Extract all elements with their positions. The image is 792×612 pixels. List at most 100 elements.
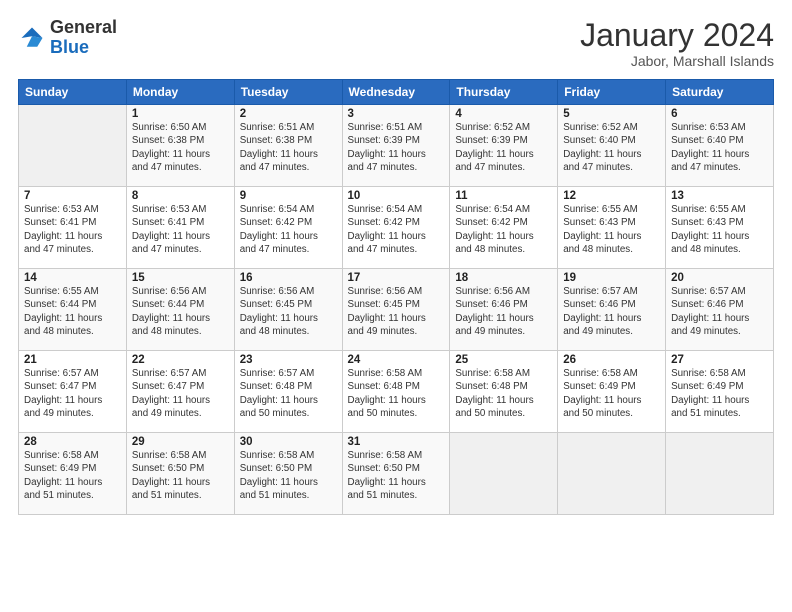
day-number: 7 xyxy=(24,190,121,202)
day-info: Sunrise: 6:55 AM Sunset: 6:43 PM Dayligh… xyxy=(563,203,660,256)
calendar-cell: 21Sunrise: 6:57 AM Sunset: 6:47 PM Dayli… xyxy=(19,351,127,433)
day-number: 19 xyxy=(563,272,660,284)
day-info: Sunrise: 6:53 AM Sunset: 6:40 PM Dayligh… xyxy=(671,121,768,174)
day-info: Sunrise: 6:51 AM Sunset: 6:39 PM Dayligh… xyxy=(348,121,445,174)
calendar-cell: 28Sunrise: 6:58 AM Sunset: 6:49 PM Dayli… xyxy=(19,433,127,515)
calendar-header: Sunday Monday Tuesday Wednesday Thursday… xyxy=(19,80,774,105)
day-info: Sunrise: 6:58 AM Sunset: 6:50 PM Dayligh… xyxy=(348,449,445,502)
day-info: Sunrise: 6:58 AM Sunset: 6:50 PM Dayligh… xyxy=(132,449,229,502)
calendar-week-0: 1Sunrise: 6:50 AM Sunset: 6:38 PM Daylig… xyxy=(19,105,774,187)
day-number: 17 xyxy=(348,272,445,284)
calendar-cell: 14Sunrise: 6:55 AM Sunset: 6:44 PM Dayli… xyxy=(19,269,127,351)
day-number: 23 xyxy=(240,354,337,366)
calendar-cell: 6Sunrise: 6:53 AM Sunset: 6:40 PM Daylig… xyxy=(666,105,774,187)
day-info: Sunrise: 6:54 AM Sunset: 6:42 PM Dayligh… xyxy=(348,203,445,256)
day-number: 4 xyxy=(455,108,552,120)
calendar-cell: 9Sunrise: 6:54 AM Sunset: 6:42 PM Daylig… xyxy=(234,187,342,269)
day-number: 18 xyxy=(455,272,552,284)
day-info: Sunrise: 6:56 AM Sunset: 6:44 PM Dayligh… xyxy=(132,285,229,338)
calendar-cell: 10Sunrise: 6:54 AM Sunset: 6:42 PM Dayli… xyxy=(342,187,450,269)
day-number: 26 xyxy=(563,354,660,366)
day-number: 2 xyxy=(240,108,337,120)
logo-text: General Blue xyxy=(50,18,117,58)
day-info: Sunrise: 6:54 AM Sunset: 6:42 PM Dayligh… xyxy=(240,203,337,256)
day-number: 8 xyxy=(132,190,229,202)
title-block: January 2024 Jabor, Marshall Islands xyxy=(580,18,774,69)
day-number: 6 xyxy=(671,108,768,120)
day-info: Sunrise: 6:52 AM Sunset: 6:40 PM Dayligh… xyxy=(563,121,660,174)
col-friday: Friday xyxy=(558,80,666,105)
day-info: Sunrise: 6:57 AM Sunset: 6:47 PM Dayligh… xyxy=(24,367,121,420)
day-number: 13 xyxy=(671,190,768,202)
day-info: Sunrise: 6:58 AM Sunset: 6:48 PM Dayligh… xyxy=(455,367,552,420)
calendar-cell: 30Sunrise: 6:58 AM Sunset: 6:50 PM Dayli… xyxy=(234,433,342,515)
header-row: Sunday Monday Tuesday Wednesday Thursday… xyxy=(19,80,774,105)
calendar-cell: 24Sunrise: 6:58 AM Sunset: 6:48 PM Dayli… xyxy=(342,351,450,433)
calendar-table: Sunday Monday Tuesday Wednesday Thursday… xyxy=(18,79,774,515)
calendar-cell: 2Sunrise: 6:51 AM Sunset: 6:38 PM Daylig… xyxy=(234,105,342,187)
month-title: January 2024 xyxy=(580,18,774,53)
day-number: 15 xyxy=(132,272,229,284)
col-tuesday: Tuesday xyxy=(234,80,342,105)
calendar-cell xyxy=(450,433,558,515)
day-number: 28 xyxy=(24,436,121,448)
calendar-cell: 8Sunrise: 6:53 AM Sunset: 6:41 PM Daylig… xyxy=(126,187,234,269)
calendar-week-1: 7Sunrise: 6:53 AM Sunset: 6:41 PM Daylig… xyxy=(19,187,774,269)
calendar-week-2: 14Sunrise: 6:55 AM Sunset: 6:44 PM Dayli… xyxy=(19,269,774,351)
calendar-cell: 7Sunrise: 6:53 AM Sunset: 6:41 PM Daylig… xyxy=(19,187,127,269)
calendar-cell: 22Sunrise: 6:57 AM Sunset: 6:47 PM Dayli… xyxy=(126,351,234,433)
calendar-cell xyxy=(558,433,666,515)
day-info: Sunrise: 6:58 AM Sunset: 6:49 PM Dayligh… xyxy=(24,449,121,502)
calendar-cell xyxy=(19,105,127,187)
day-info: Sunrise: 6:57 AM Sunset: 6:46 PM Dayligh… xyxy=(563,285,660,338)
page: General Blue January 2024 Jabor, Marshal… xyxy=(0,0,792,612)
day-info: Sunrise: 6:56 AM Sunset: 6:46 PM Dayligh… xyxy=(455,285,552,338)
header: General Blue January 2024 Jabor, Marshal… xyxy=(18,18,774,69)
calendar-cell: 17Sunrise: 6:56 AM Sunset: 6:45 PM Dayli… xyxy=(342,269,450,351)
day-info: Sunrise: 6:58 AM Sunset: 6:50 PM Dayligh… xyxy=(240,449,337,502)
calendar-cell xyxy=(666,433,774,515)
calendar-cell: 29Sunrise: 6:58 AM Sunset: 6:50 PM Dayli… xyxy=(126,433,234,515)
day-number: 25 xyxy=(455,354,552,366)
calendar-cell: 12Sunrise: 6:55 AM Sunset: 6:43 PM Dayli… xyxy=(558,187,666,269)
col-saturday: Saturday xyxy=(666,80,774,105)
day-info: Sunrise: 6:55 AM Sunset: 6:44 PM Dayligh… xyxy=(24,285,121,338)
day-number: 1 xyxy=(132,108,229,120)
logo-general-text: General xyxy=(50,18,117,38)
calendar-week-4: 28Sunrise: 6:58 AM Sunset: 6:49 PM Dayli… xyxy=(19,433,774,515)
day-number: 21 xyxy=(24,354,121,366)
calendar-cell: 1Sunrise: 6:50 AM Sunset: 6:38 PM Daylig… xyxy=(126,105,234,187)
calendar-cell: 18Sunrise: 6:56 AM Sunset: 6:46 PM Dayli… xyxy=(450,269,558,351)
calendar-cell: 4Sunrise: 6:52 AM Sunset: 6:39 PM Daylig… xyxy=(450,105,558,187)
day-info: Sunrise: 6:50 AM Sunset: 6:38 PM Dayligh… xyxy=(132,121,229,174)
logo-blue-text: Blue xyxy=(50,38,117,58)
calendar-cell: 19Sunrise: 6:57 AM Sunset: 6:46 PM Dayli… xyxy=(558,269,666,351)
day-info: Sunrise: 6:53 AM Sunset: 6:41 PM Dayligh… xyxy=(24,203,121,256)
day-number: 20 xyxy=(671,272,768,284)
logo-icon xyxy=(18,24,46,52)
day-number: 3 xyxy=(348,108,445,120)
calendar-cell: 15Sunrise: 6:56 AM Sunset: 6:44 PM Dayli… xyxy=(126,269,234,351)
day-number: 30 xyxy=(240,436,337,448)
calendar-cell: 27Sunrise: 6:58 AM Sunset: 6:49 PM Dayli… xyxy=(666,351,774,433)
day-info: Sunrise: 6:58 AM Sunset: 6:49 PM Dayligh… xyxy=(563,367,660,420)
calendar-cell: 5Sunrise: 6:52 AM Sunset: 6:40 PM Daylig… xyxy=(558,105,666,187)
day-number: 27 xyxy=(671,354,768,366)
day-number: 29 xyxy=(132,436,229,448)
calendar-cell: 25Sunrise: 6:58 AM Sunset: 6:48 PM Dayli… xyxy=(450,351,558,433)
day-info: Sunrise: 6:58 AM Sunset: 6:49 PM Dayligh… xyxy=(671,367,768,420)
calendar-cell: 23Sunrise: 6:57 AM Sunset: 6:48 PM Dayli… xyxy=(234,351,342,433)
col-sunday: Sunday xyxy=(19,80,127,105)
day-number: 11 xyxy=(455,190,552,202)
calendar-cell: 31Sunrise: 6:58 AM Sunset: 6:50 PM Dayli… xyxy=(342,433,450,515)
day-info: Sunrise: 6:56 AM Sunset: 6:45 PM Dayligh… xyxy=(240,285,337,338)
day-number: 10 xyxy=(348,190,445,202)
day-number: 24 xyxy=(348,354,445,366)
day-info: Sunrise: 6:53 AM Sunset: 6:41 PM Dayligh… xyxy=(132,203,229,256)
day-number: 14 xyxy=(24,272,121,284)
day-info: Sunrise: 6:51 AM Sunset: 6:38 PM Dayligh… xyxy=(240,121,337,174)
day-number: 16 xyxy=(240,272,337,284)
day-number: 12 xyxy=(563,190,660,202)
day-number: 22 xyxy=(132,354,229,366)
calendar-cell: 13Sunrise: 6:55 AM Sunset: 6:43 PM Dayli… xyxy=(666,187,774,269)
